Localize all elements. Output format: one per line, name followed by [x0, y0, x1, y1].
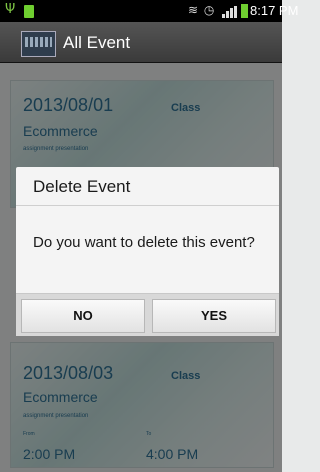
- delete-event-dialog: Delete Event Do you want to delete this …: [16, 167, 279, 336]
- status-time: 8:17 PM: [250, 3, 299, 18]
- vibrate-alarm-icons: ≋ ◷: [188, 3, 216, 17]
- page-title: All Event: [63, 33, 131, 52]
- yes-button[interactable]: YES: [152, 299, 276, 333]
- usb-icon: Ψ: [5, 2, 16, 17]
- status-bar: Ψ ≋ ◷ 8:17 PM: [0, 0, 298, 22]
- battery-small-icon: [24, 5, 34, 18]
- dialog-button-bar: NO YES: [16, 293, 279, 336]
- calendar-grid-icon[interactable]: [21, 31, 56, 57]
- dialog-title: Delete Event: [33, 177, 131, 196]
- battery-icon: [241, 4, 248, 18]
- dialog-message: Do you want to delete this event?: [33, 234, 255, 251]
- no-button[interactable]: NO: [21, 299, 145, 333]
- signal-icon: [222, 6, 238, 18]
- dialog-title-bar: Delete Event: [16, 167, 279, 206]
- action-bar: All Event: [0, 22, 282, 63]
